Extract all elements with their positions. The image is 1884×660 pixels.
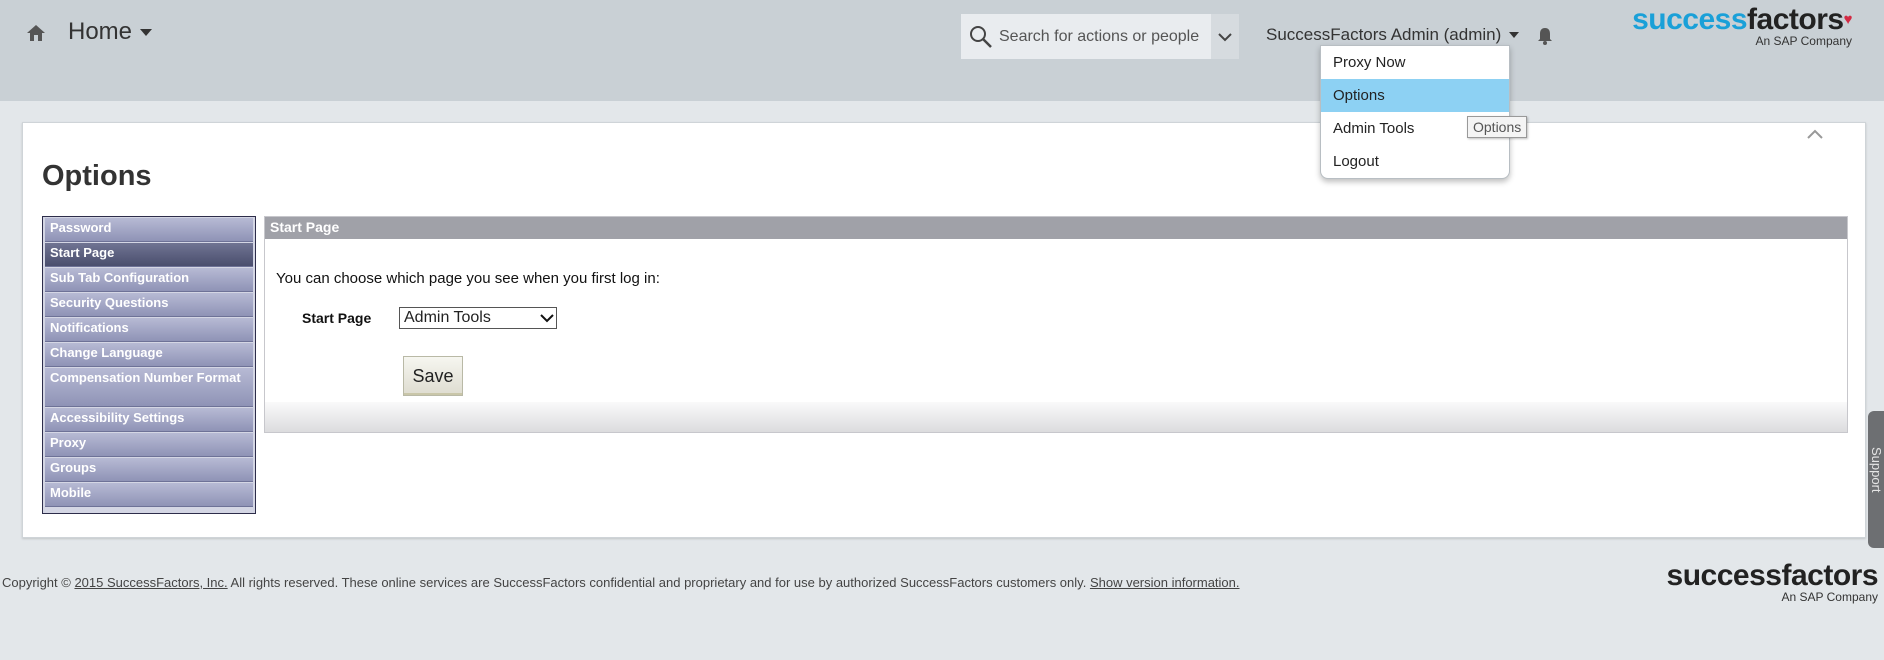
- panel-header: Start Page: [265, 217, 1847, 239]
- sidebar-item-notifications[interactable]: Notifications: [45, 318, 253, 342]
- logo-text-success: success: [1632, 3, 1748, 36]
- footer-logo-tagline: An SAP Company: [1781, 590, 1879, 604]
- heart-icon: ♥: [1843, 11, 1853, 28]
- page-footer: Copyright © 2015 SuccessFactors, Inc. Al…: [2, 575, 1240, 590]
- user-name-label: SuccessFactors Admin (admin): [1266, 25, 1502, 44]
- top-header: Home Search for actions or people Succes…: [0, 0, 1884, 101]
- home-icon[interactable]: [26, 24, 46, 42]
- bell-icon[interactable]: [1536, 26, 1554, 46]
- start-page-select[interactable]: Admin Tools: [399, 307, 557, 329]
- start-page-panel: Start Page You can choose which page you…: [264, 216, 1848, 433]
- rights-text: All rights reserved. These online servic…: [230, 575, 1087, 590]
- panel-footer: [265, 402, 1847, 432]
- version-info-link[interactable]: Show version information.: [1090, 575, 1240, 590]
- search-options-button[interactable]: [1211, 14, 1239, 59]
- sidebar-item-accessibility-settings[interactable]: Accessibility Settings: [45, 408, 253, 432]
- menu-item-logout[interactable]: Logout: [1321, 145, 1509, 178]
- home-title-label: Home: [68, 18, 133, 45]
- caret-down-icon: [1509, 32, 1520, 38]
- support-tab-label: Support: [1869, 447, 1884, 493]
- search-box[interactable]: Search for actions or people: [961, 14, 1239, 59]
- save-button[interactable]: Save: [403, 356, 463, 396]
- options-tooltip: Options: [1467, 116, 1528, 138]
- sidebar-item-start-page[interactable]: Start Page: [45, 243, 253, 267]
- user-menu[interactable]: SuccessFactors Admin (admin): [1266, 25, 1520, 45]
- sidebar-item-password[interactable]: Password: [45, 218, 253, 242]
- menu-item-proxy-now[interactable]: Proxy Now: [1321, 46, 1509, 79]
- support-tab[interactable]: Support: [1868, 411, 1884, 548]
- start-page-label: Start Page: [302, 310, 372, 326]
- page-title: Options: [42, 160, 152, 192]
- sidebar-item-sub-tab-configuration[interactable]: Sub Tab Configuration: [45, 268, 253, 292]
- sidebar-item-compensation-number-format[interactable]: Compensation Number Format: [45, 368, 253, 407]
- intro-text: You can choose which page you see when y…: [276, 270, 660, 287]
- logo-tagline: An SAP Company: [1755, 34, 1853, 48]
- sidebar-item-change-language[interactable]: Change Language: [45, 343, 253, 367]
- company-link[interactable]: 2015 SuccessFactors, Inc.: [74, 575, 227, 590]
- search-icon: [970, 25, 992, 48]
- footer-logo: successfactors An SAP Company: [1666, 559, 1879, 605]
- footer-logo-text: successfactors: [1666, 559, 1879, 592]
- caret-down-icon: [140, 28, 153, 36]
- successfactors-logo: successfactors♥ An SAP Company: [1632, 3, 1853, 49]
- chevron-down-icon: [540, 314, 554, 323]
- options-sidebar: Password Start Page Sub Tab Configuratio…: [42, 216, 256, 514]
- chevron-up-icon[interactable]: [1806, 128, 1824, 140]
- chevron-down-icon: [1218, 32, 1232, 41]
- home-menu[interactable]: Home: [68, 18, 153, 46]
- logo-text-factors: factors: [1747, 3, 1844, 36]
- sidebar-item-proxy[interactable]: Proxy: [45, 433, 253, 457]
- start-page-select-value: Admin Tools: [404, 309, 491, 326]
- sidebar-item-groups[interactable]: Groups: [45, 458, 253, 482]
- menu-item-options[interactable]: Options: [1321, 79, 1509, 112]
- sidebar-item-mobile[interactable]: Mobile: [45, 483, 253, 507]
- copyright-prefix: Copyright ©: [2, 575, 71, 590]
- user-dropdown-menu: Proxy Now Options Admin Tools Logout: [1320, 45, 1510, 179]
- search-input[interactable]: Search for actions or people: [999, 28, 1211, 46]
- sidebar-item-security-questions[interactable]: Security Questions: [45, 293, 253, 317]
